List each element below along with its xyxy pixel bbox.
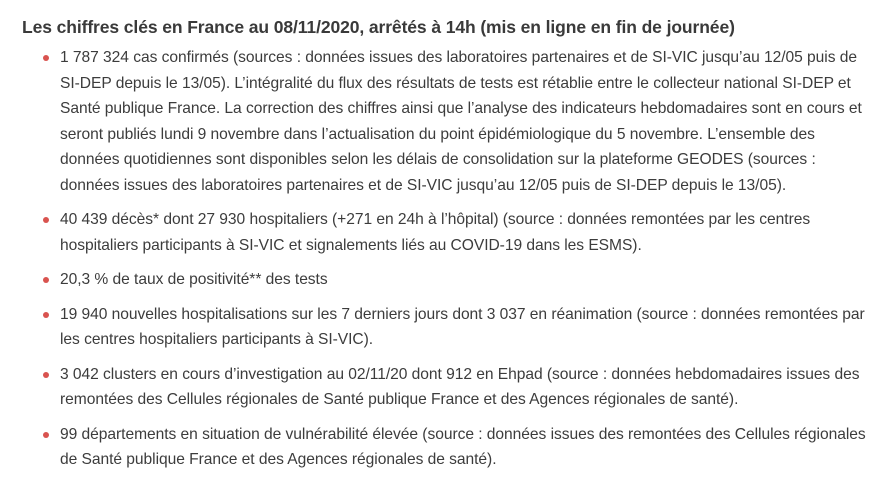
list-item: 3 042 clusters en cours d’investigation … [43,362,872,413]
list-item: 40 439 décès* dont 27 930 hospitaliers (… [43,207,872,258]
list-item: 1 787 324 cas confirmés (sources : donné… [43,45,872,198]
list-item: 20,3 % de taux de positivité** des tests [43,267,872,293]
bullet-dot-icon [43,217,49,223]
list-item-text: 3 042 clusters en cours d’investigation … [60,365,860,409]
bullet-dot-icon [43,55,49,61]
list-item-text: 99 départements en situation de vulnérab… [60,425,866,469]
list-item: 99 départements en situation de vulnérab… [43,422,872,473]
key-figures-list: 1 787 324 cas confirmés (sources : donné… [22,45,872,473]
bullet-dot-icon [43,277,49,283]
list-item-text: 40 439 décès* dont 27 930 hospitaliers (… [60,211,811,254]
list-item-text: 20,3 % de taux de positivité** des tests [60,271,328,288]
bullet-dot-icon [43,431,49,438]
section-title: Les chiffres clés en France au 08/11/202… [22,17,735,37]
bullet-dot-icon [43,371,49,378]
list-item-text: 1 787 324 cas confirmés (sources : donné… [60,49,862,194]
list-item-text: 19 940 nouvelles hospitalisations sur le… [60,305,865,349]
list-item: 19 940 nouvelles hospitalisations sur le… [43,302,872,353]
page: Les chiffres clés en France au 08/11/202… [0,0,894,499]
bullet-dot-icon [43,311,49,318]
